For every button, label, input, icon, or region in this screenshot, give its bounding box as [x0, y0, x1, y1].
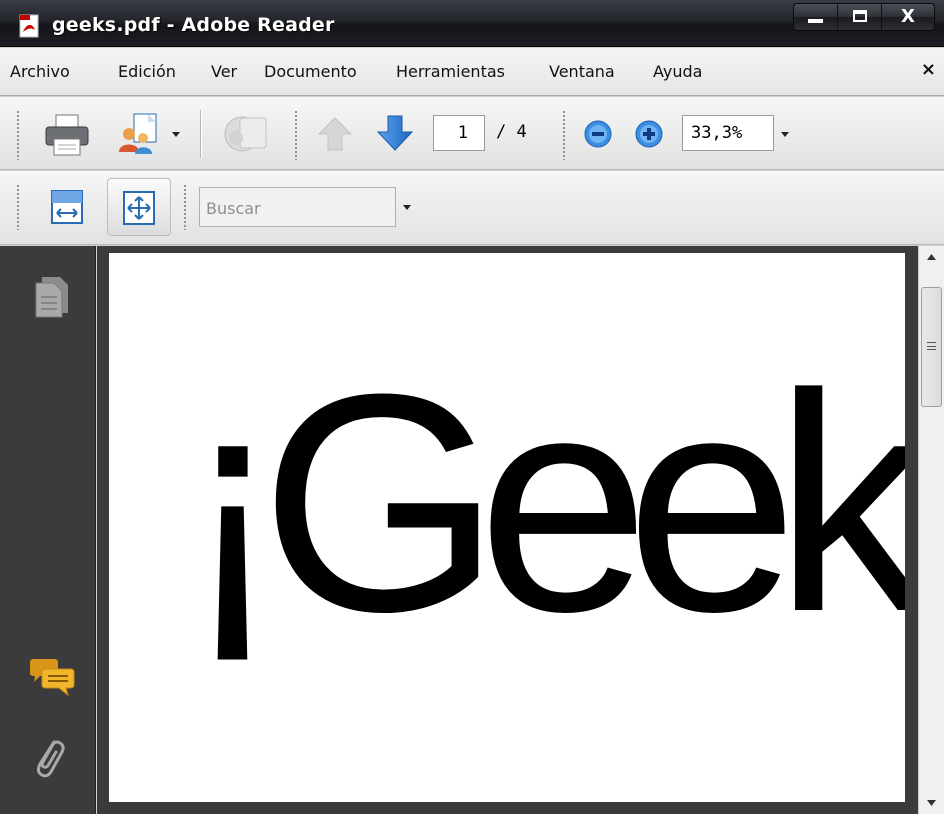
print-icon[interactable] — [42, 113, 92, 157]
menu-herramientas[interactable]: Herramientas — [396, 62, 505, 81]
menu-edicion[interactable]: Edición — [118, 62, 176, 81]
menu-ventana[interactable]: Ventana — [549, 62, 615, 81]
toolbar-grip[interactable] — [562, 110, 566, 160]
menu-archivo[interactable]: Archivo — [10, 62, 70, 81]
search-input[interactable]: Buscar — [199, 187, 396, 227]
collaborate-dropdown-icon[interactable] — [172, 132, 180, 137]
close-icon: X — [901, 6, 915, 27]
scroll-up-button[interactable] — [919, 246, 944, 268]
chevron-down-icon — [927, 800, 936, 806]
next-page-icon[interactable] — [375, 112, 415, 154]
attachments-icon[interactable] — [30, 734, 66, 780]
fit-width-icon[interactable] — [50, 189, 84, 225]
fit-page-button[interactable] — [107, 178, 171, 236]
title-bar: geeks.pdf - Adobe Reader X — [0, 0, 944, 47]
toolbar-grip[interactable] — [294, 110, 298, 160]
navigation-pane — [0, 246, 96, 814]
maximize-button[interactable] — [838, 4, 882, 30]
toolbar-grip[interactable] — [16, 110, 20, 160]
collaborate-icon[interactable] — [116, 112, 162, 156]
pdf-page: ¡Geeka — [109, 253, 905, 802]
menu-ayuda[interactable]: Ayuda — [653, 62, 702, 81]
chevron-up-icon — [927, 254, 936, 260]
close-document-button[interactable]: × — [921, 59, 936, 80]
zoom-dropdown-icon[interactable] — [781, 132, 789, 137]
previous-page-icon — [317, 117, 353, 151]
vertical-scrollbar[interactable] — [918, 246, 944, 814]
window-controls: X — [793, 3, 935, 31]
menu-bar: Archivo Edición Ver Documento Herramient… — [0, 48, 944, 96]
fit-page-icon — [123, 191, 155, 225]
menu-documento[interactable]: Documento — [264, 62, 357, 81]
search-dropdown-icon[interactable] — [403, 205, 411, 210]
close-button[interactable]: X — [882, 4, 934, 30]
maximize-icon — [853, 10, 867, 22]
comments-icon[interactable] — [28, 658, 76, 696]
zoom-in-icon[interactable] — [634, 119, 664, 149]
page-count: / 4 — [496, 122, 527, 142]
minimize-button[interactable] — [794, 4, 838, 30]
scroll-down-button[interactable] — [919, 792, 944, 814]
acrobat-icon — [19, 14, 39, 38]
page-heading-text: ¡Geeka — [181, 329, 905, 676]
share-icon — [224, 116, 267, 152]
zoom-out-icon[interactable] — [583, 119, 613, 149]
window-title: geeks.pdf - Adobe Reader — [52, 14, 335, 36]
minimize-icon — [808, 19, 823, 23]
toolbar-separator — [200, 110, 202, 158]
scroll-grip-icon — [927, 342, 936, 350]
page-number-input[interactable]: 1 — [433, 115, 485, 151]
zoom-level-input[interactable]: 33,3% — [682, 115, 774, 151]
scroll-thumb[interactable] — [921, 287, 942, 407]
pages-icon[interactable] — [32, 275, 72, 319]
menu-ver[interactable]: Ver — [211, 62, 237, 81]
toolbar-grip[interactable] — [16, 184, 20, 230]
toolbar-grip[interactable] — [183, 184, 187, 230]
